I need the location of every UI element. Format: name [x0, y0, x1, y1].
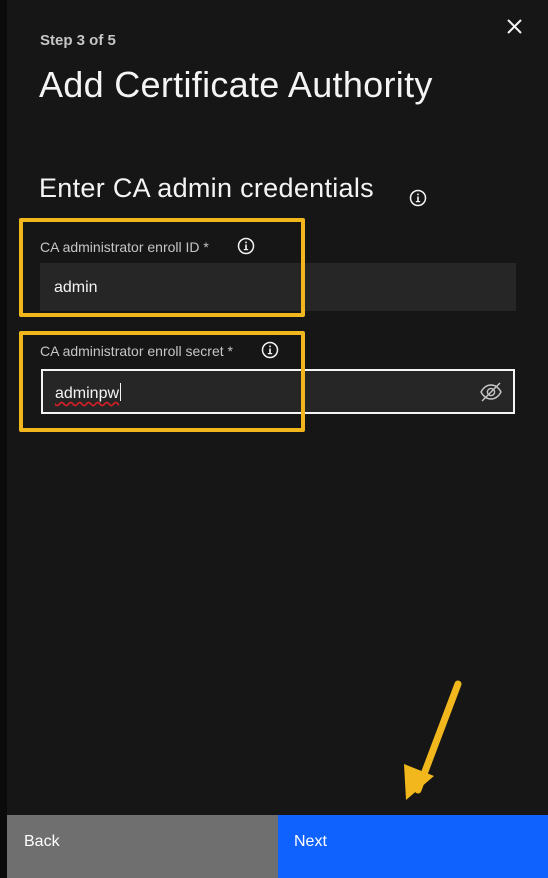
eye-hidden-icon[interactable] [479, 380, 503, 404]
enroll-id-input[interactable]: admin [40, 263, 516, 311]
page-title: Add Certificate Authority [39, 64, 433, 105]
back-button[interactable]: Back [7, 815, 278, 878]
close-icon [507, 19, 522, 34]
enroll-secret-value: adminpw [55, 385, 120, 402]
side-panel: Step 3 of 5 Add Certificate Authority En… [0, 0, 548, 878]
next-button[interactable]: Next [278, 815, 548, 878]
info-icon[interactable] [261, 341, 279, 359]
info-icon[interactable] [409, 189, 427, 207]
enroll-id-value: admin [54, 279, 98, 296]
panel-edge [0, 0, 7, 878]
step-indicator: Step 3 of 5 [40, 32, 116, 49]
annotation-arrow-icon [404, 680, 462, 800]
close-button[interactable] [500, 12, 528, 40]
info-icon[interactable] [237, 237, 255, 255]
enroll-secret-input[interactable]: adminpw [41, 369, 515, 414]
section-title: Enter CA admin credentials [39, 173, 374, 203]
enroll-secret-label: CA administrator enroll secret * [40, 343, 233, 359]
text-cursor [120, 383, 122, 401]
enroll-id-label: CA administrator enroll ID * [40, 239, 209, 255]
